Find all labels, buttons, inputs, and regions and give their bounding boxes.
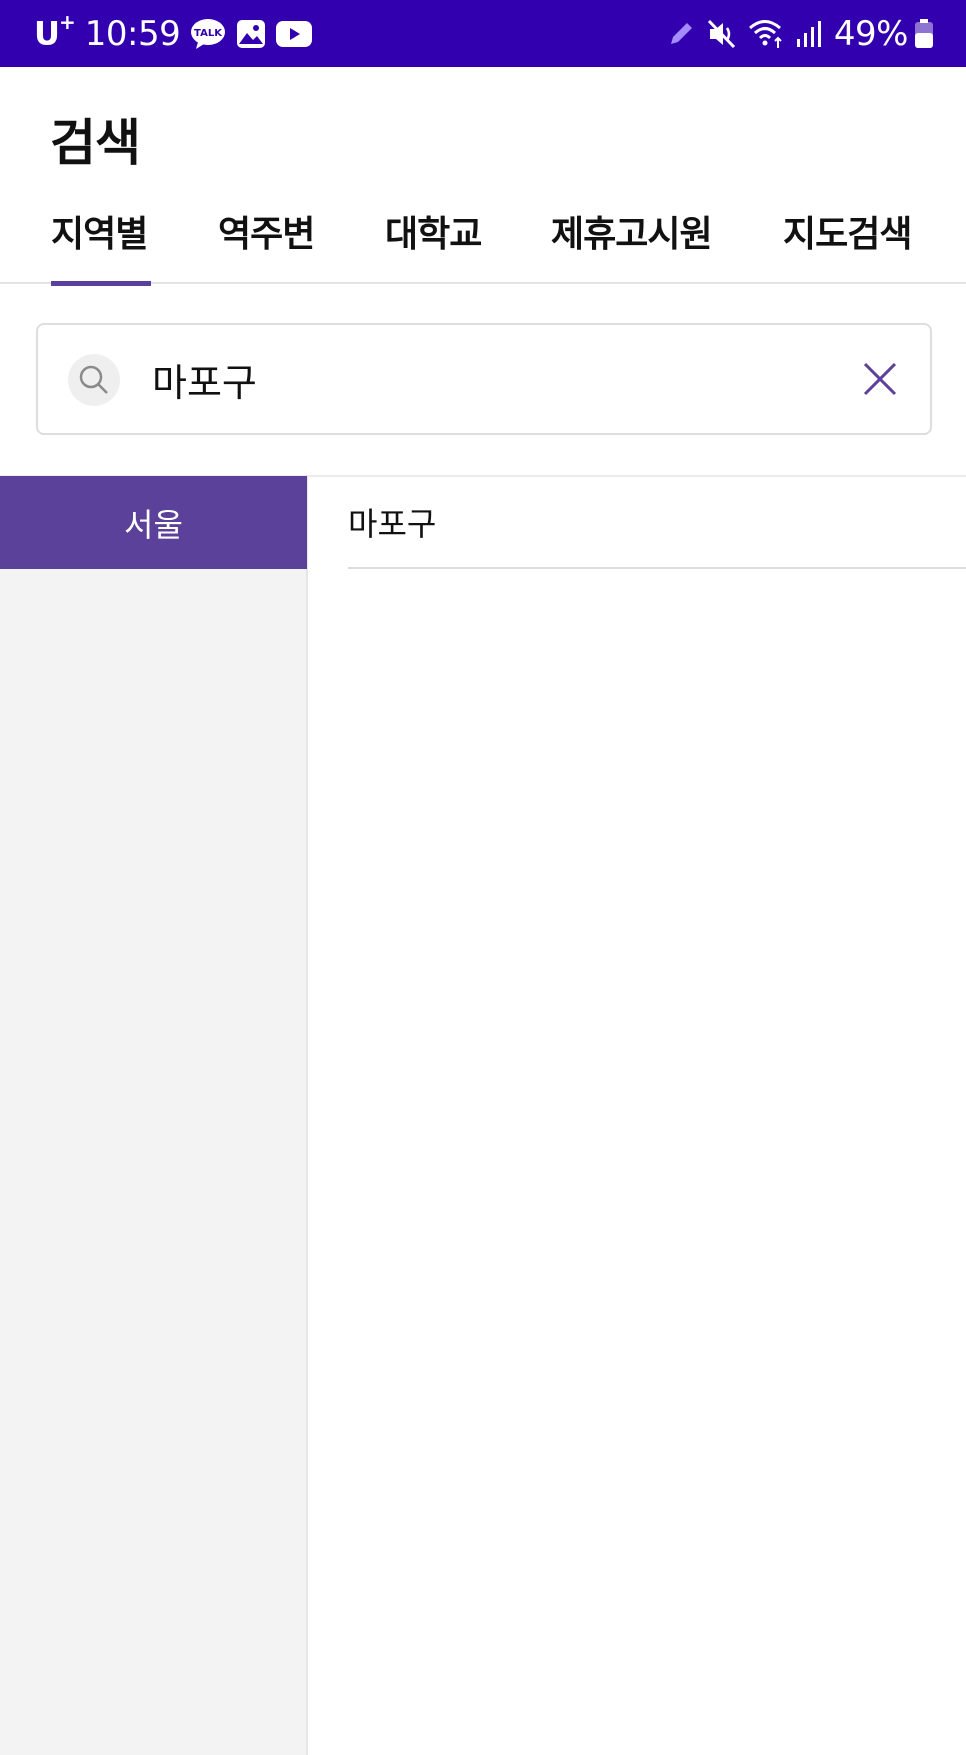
tab-region[interactable]: 지역별 [51, 208, 151, 286]
region-item-label: 서울 [124, 505, 183, 544]
clear-search-button[interactable] [856, 355, 904, 403]
status-bar: U+ 10:59 TALK 49% [0, 0, 966, 67]
tab-station[interactable]: 역주변 [218, 208, 315, 284]
svg-text:TALK: TALK [194, 28, 223, 39]
status-bar-left: U+ 10:59 TALK [34, 10, 313, 54]
status-bar-right: 49% [656, 14, 934, 54]
battery-icon [914, 18, 934, 49]
tab-university[interactable]: 대학교 [385, 208, 482, 284]
tab-map-search[interactable]: 지도검색 [783, 208, 912, 284]
district-list: 마포구 [310, 477, 966, 569]
tab-label: 제휴고시원 [551, 214, 713, 255]
youtube-icon [276, 20, 313, 48]
tab-label: 역주변 [218, 214, 315, 255]
carrier-label: U+ [34, 10, 76, 53]
mute-icon [706, 18, 738, 50]
page-title: 검색 [50, 114, 141, 172]
battery-percent: 49% [833, 13, 909, 54]
tab-label: 지도검색 [783, 214, 912, 255]
search-input[interactable] [152, 347, 752, 411]
wifi-icon [748, 18, 786, 50]
district-item-mapo[interactable]: 마포구 [348, 477, 966, 569]
region-item-seoul[interactable]: 서울 [0, 476, 307, 569]
tab-label: 대학교 [385, 214, 482, 255]
gallery-icon [236, 19, 266, 49]
search-box [36, 323, 932, 435]
kakaotalk-icon: TALK [190, 18, 226, 50]
close-icon [863, 362, 897, 396]
tab-active-indicator [51, 281, 151, 286]
tab-partner-gosiwon[interactable]: 제휴고시원 [551, 208, 713, 284]
tab-bar: 지역별 역주변 대학교 제휴고시원 지도검색 [0, 208, 966, 286]
pen-icon [666, 19, 696, 49]
clock: 10:59 [84, 13, 181, 54]
signal-icon [796, 19, 824, 49]
search-icon [68, 354, 120, 406]
region-list: 서울 [0, 476, 308, 1755]
district-item-label: 마포구 [348, 505, 437, 543]
tab-label: 지역별 [51, 214, 148, 255]
